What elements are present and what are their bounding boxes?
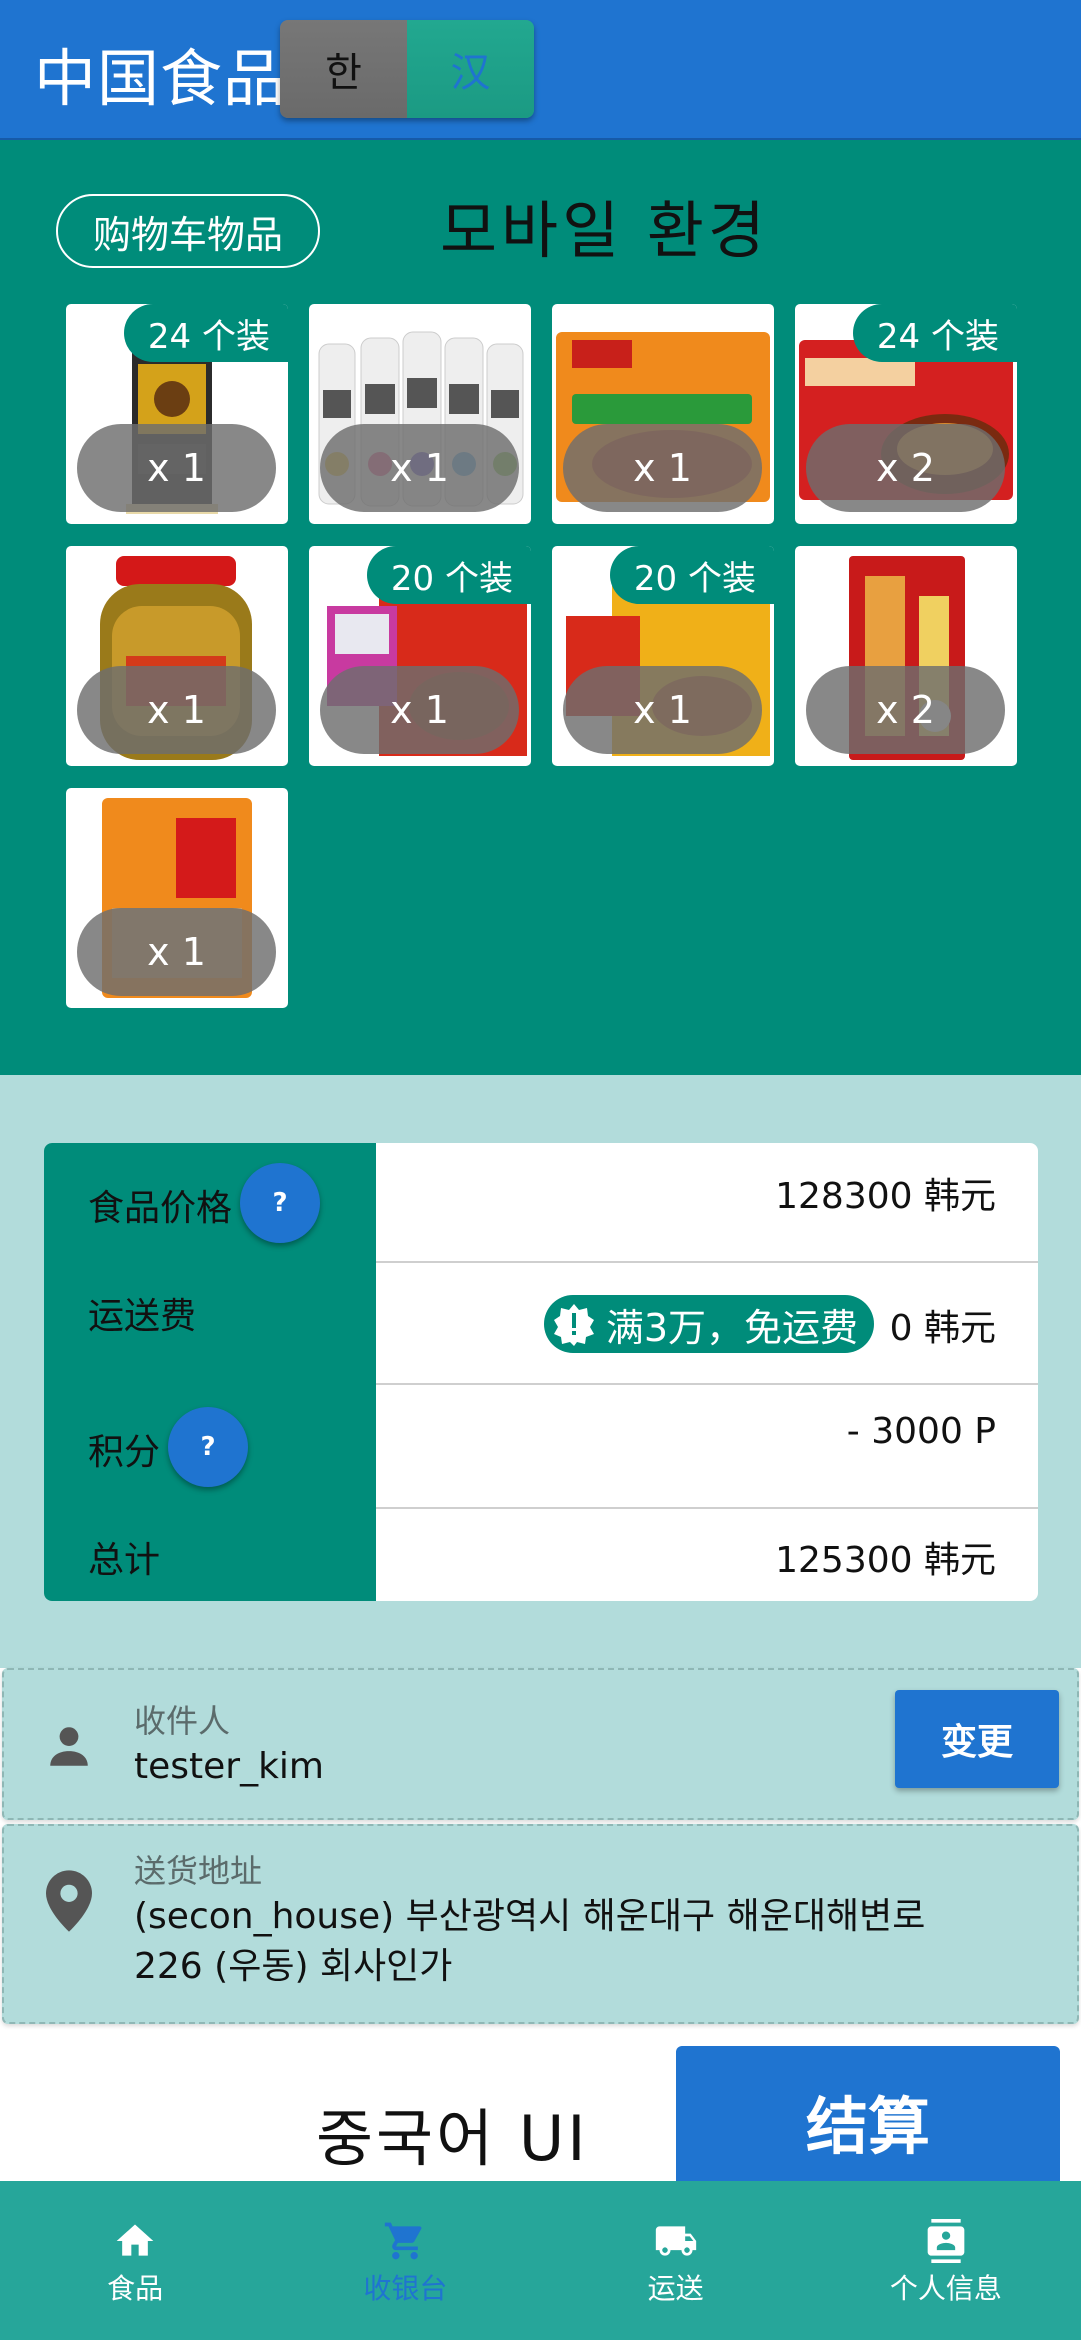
nav-label: 个人信息: [889, 2272, 1002, 2305]
cart-item[interactable]: 24 个装 x 1: [66, 304, 288, 524]
cart-item[interactable]: 24 个装 x 2: [795, 304, 1017, 524]
order-summary-section: 食品价格 ? 128300 韩元 运送费 满3万，免运费 0 韩元 积分 ? -…: [0, 1075, 1081, 1668]
nav-label: 食品: [107, 2272, 164, 2305]
total-value: 125300 韩元: [775, 1540, 996, 1581]
quantity-pill[interactable]: x 1: [563, 666, 762, 754]
quantity-pill[interactable]: x 1: [77, 666, 276, 754]
pack-size-badge: 20 个装: [609, 546, 774, 604]
cart-item[interactable]: x 1: [66, 546, 288, 766]
cart-grid: 24 个装 x 1 x 1 x 1 24 个装 x 2 x 1 20 个装 x …: [66, 304, 1017, 1008]
recipient-card: 收件人 tester_kim 变更: [2, 1668, 1079, 1820]
cart-items-label: 购物车物品: [56, 194, 320, 268]
row-label-cell: 食品价格 ?: [44, 1143, 376, 1263]
cart-icon: [385, 2222, 422, 2260]
checkout-button[interactable]: 结算: [676, 2046, 1060, 2196]
quantity-pill[interactable]: x 2: [806, 666, 1005, 754]
cart-item[interactable]: x 1: [66, 788, 288, 1008]
quantity-pill[interactable]: x 2: [806, 424, 1005, 512]
lang-korean-button[interactable]: 한: [280, 20, 407, 118]
pack-size-badge: 20 个装: [366, 546, 531, 604]
ui-language-label: 중국어 UI: [316, 2102, 589, 2175]
pack-size-badge: 24 个装: [123, 304, 288, 362]
cart-item[interactable]: x 1: [309, 304, 531, 524]
location-pin-icon: [46, 1870, 92, 1932]
points-label: 积分: [88, 1432, 161, 1473]
cart-item[interactable]: 20 个装 x 1: [552, 546, 774, 766]
truck-icon: [655, 2226, 696, 2256]
total-row: 总计 125300 韩元: [44, 1509, 1038, 1601]
nav-item-food[interactable]: 食品: [0, 2181, 270, 2340]
home-icon: [116, 2224, 154, 2256]
total-label: 总计: [88, 1540, 161, 1581]
app-title: 中国食品: [34, 42, 287, 115]
food-price-value: 128300 韩元: [775, 1176, 996, 1217]
cart-section: 购物车物品 모바일 환경 24 个装 x 1 x 1 x 1 24 个装 x 2…: [0, 140, 1081, 1075]
language-toggle[interactable]: 한 汉: [280, 20, 534, 118]
row-label-cell: 运送费: [44, 1263, 376, 1385]
bottom-navigation: 食品 收银台 运送 个人信息: [0, 2181, 1081, 2340]
address-line-2: 226 (우동) 회사인가: [134, 1946, 453, 1987]
shipping-label: 运送费: [88, 1296, 197, 1337]
address-label: 送货地址: [134, 1852, 263, 1890]
quantity-pill[interactable]: x 1: [320, 666, 519, 754]
price-summary-table: 食品价格 ? 128300 韩元 运送费 满3万，免运费 0 韩元 积分 ? -…: [44, 1143, 1038, 1601]
nav-item-profile[interactable]: 个人信息: [811, 2181, 1081, 2340]
environment-label: 모바일 환경: [440, 194, 769, 267]
shipping-value: 0 韩元: [889, 1308, 996, 1349]
row-label-cell: 总计: [44, 1509, 376, 1601]
person-icon: [50, 1727, 88, 1766]
pack-size-badge: 24 个装: [852, 304, 1017, 362]
cart-item[interactable]: x 2: [795, 546, 1017, 766]
alert-badge-icon: [553, 1304, 594, 1346]
nav-item-checkout[interactable]: 收银台: [270, 2181, 540, 2340]
cart-item[interactable]: 20 个装 x 1: [309, 546, 531, 766]
points-row: 积分 ? - 3000 P: [44, 1385, 1038, 1509]
quantity-pill[interactable]: x 1: [563, 424, 762, 512]
nav-item-delivery[interactable]: 运送: [541, 2181, 811, 2340]
nav-label: 运送: [647, 2272, 704, 2305]
free-shipping-badge: 满3万，免运费: [543, 1295, 874, 1353]
contact-icon: [927, 2219, 965, 2263]
quantity-pill[interactable]: x 1: [77, 908, 276, 996]
address-card: 送货地址 (secon_house) 부산광역시 해운대구 해운대해변로 226…: [2, 1824, 1079, 2024]
points-help-button[interactable]: ?: [168, 1407, 248, 1487]
points-value: - 3000 P: [846, 1411, 996, 1452]
shipping-row: 运送费 满3万，免运费 0 韩元: [44, 1263, 1038, 1385]
lang-chinese-button[interactable]: 汉: [407, 20, 534, 118]
app-header: 中国食品 한 汉: [0, 0, 1081, 140]
address-line-1: (secon_house) 부산광역시 해운대구 해운대해변로: [134, 1896, 926, 1937]
change-recipient-button[interactable]: 变更: [895, 1690, 1059, 1788]
quantity-pill[interactable]: x 1: [77, 424, 276, 512]
quantity-pill[interactable]: x 1: [320, 424, 519, 512]
nav-label: 收银台: [363, 2272, 448, 2305]
cart-item[interactable]: x 1: [552, 304, 774, 524]
recipient-label: 收件人: [134, 1702, 231, 1740]
food-price-help-button[interactable]: ?: [240, 1163, 320, 1243]
recipient-name: tester_kim: [134, 1746, 325, 1787]
row-label-cell: 积分 ?: [44, 1385, 376, 1509]
food-price-label: 食品价格: [88, 1188, 233, 1229]
free-shipping-text: 满3万，免运费: [605, 1305, 858, 1350]
food-price-row: 食品价格 ? 128300 韩元: [44, 1143, 1038, 1263]
